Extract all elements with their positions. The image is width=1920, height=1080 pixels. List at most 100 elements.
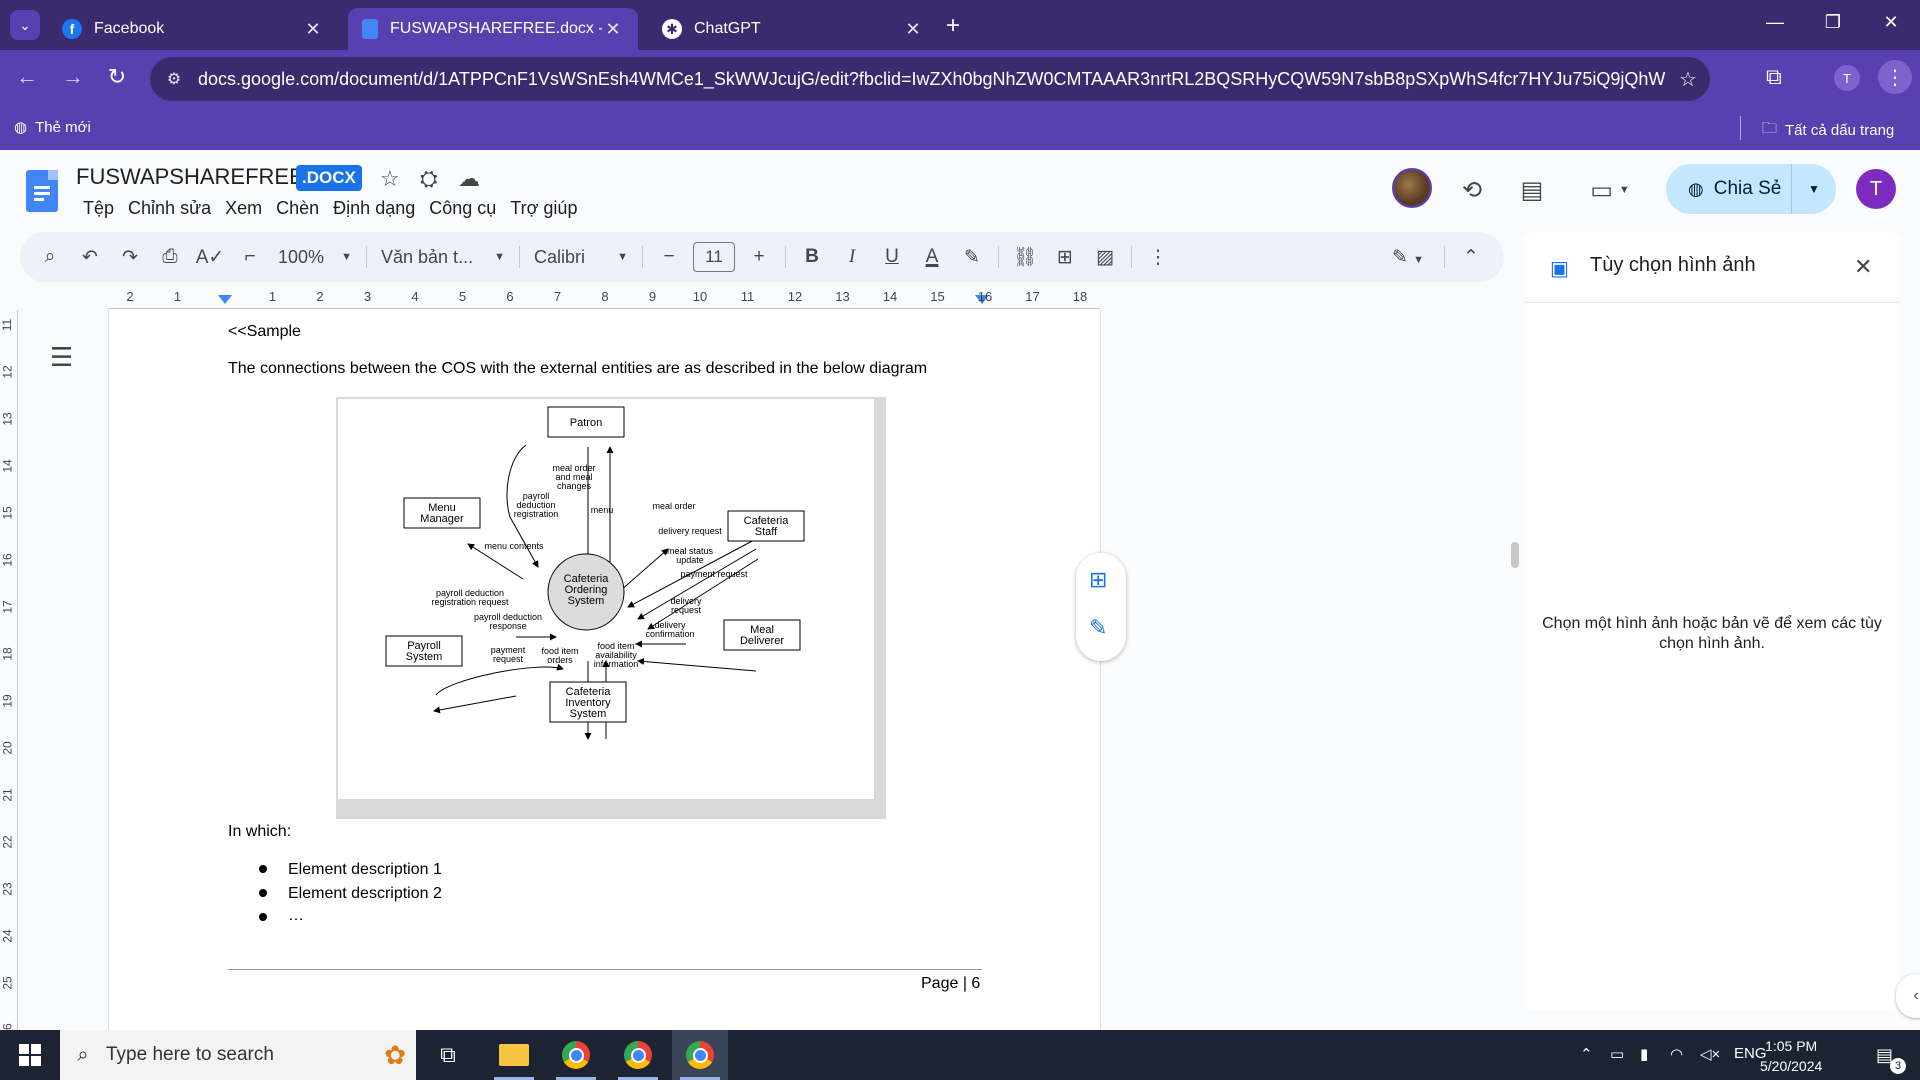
chrome-profile-v-icon[interactable]: [610, 1030, 666, 1080]
close-icon[interactable]: ✕: [1854, 254, 1872, 280]
chrome-icon[interactable]: [548, 1030, 604, 1080]
bookmark-new-tab[interactable]: ◍ Thẻ mới: [14, 118, 91, 137]
cloud-saved-icon[interactable]: ☁: [458, 166, 480, 192]
restore-icon[interactable]: ❐: [1810, 12, 1856, 33]
account-avatar[interactable]: T: [1856, 169, 1896, 209]
address-bar[interactable]: ⚙ docs.google.com/document/d/1ATPPCnF1Vs…: [150, 57, 1710, 101]
start-button[interactable]: [0, 1030, 60, 1080]
bold-icon[interactable]: B: [792, 246, 832, 268]
editing-mode-icon[interactable]: ✎ ▼: [1378, 246, 1438, 269]
menu-tools[interactable]: Công cụ: [422, 196, 503, 221]
wifi-icon[interactable]: ◠: [1670, 1045, 1683, 1063]
increase-font-size-icon[interactable]: +: [739, 246, 779, 268]
menu-format[interactable]: Định dạng: [326, 196, 422, 221]
share-button[interactable]: ◍ Chia Sẻ ▼: [1666, 164, 1836, 214]
text-color-icon[interactable]: A: [912, 246, 952, 268]
window-close-icon[interactable]: ✕: [1868, 12, 1914, 33]
flow-label: information: [594, 659, 639, 669]
insert-link-icon[interactable]: ⛓: [1005, 245, 1045, 269]
italic-icon[interactable]: I: [832, 246, 872, 268]
print-icon[interactable]: ⎙: [150, 246, 190, 268]
star-icon[interactable]: ☆: [380, 166, 400, 192]
tab-search-button[interactable]: ⌄: [10, 10, 40, 40]
menu-view[interactable]: Xem: [218, 196, 269, 221]
collapse-panel-chevron-icon[interactable]: ‹: [1896, 974, 1920, 1018]
menu-file[interactable]: Tệp: [76, 196, 121, 221]
task-view-icon[interactable]: ⧉: [420, 1030, 476, 1080]
menu-help[interactable]: Trợ giúp: [503, 196, 584, 221]
hide-menus-chevron-up-icon[interactable]: ⌃: [1451, 246, 1491, 269]
menu-insert[interactable]: Chèn: [269, 196, 326, 221]
collaborator-avatar[interactable]: [1392, 168, 1432, 208]
font-size-input[interactable]: 11: [693, 242, 735, 272]
meet-camera-icon[interactable]: ▭ ▼: [1580, 170, 1640, 210]
document-outline-icon[interactable]: ☰: [50, 342, 73, 373]
menu-edit[interactable]: Chỉnh sửa: [121, 196, 218, 221]
show-hidden-icons-chevron-icon[interactable]: ⌃: [1580, 1045, 1593, 1063]
site-info-icon[interactable]: ⚙: [150, 69, 198, 89]
suggest-edit-icon[interactable]: ✎: [1089, 615, 1107, 641]
profile-avatar[interactable]: T: [1834, 65, 1860, 91]
forward-arrow-icon[interactable]: →: [58, 64, 88, 90]
flow-label: changes: [557, 481, 592, 491]
redo-icon[interactable]: ↷: [110, 246, 150, 269]
comments-icon[interactable]: ▤: [1512, 170, 1552, 210]
share-dropdown-icon[interactable]: ▼: [1792, 182, 1836, 196]
horizontal-ruler[interactable]: 2 1 1 2 3 4 5 6 7 8 9 10 11 12 13 14 15 16 17 18: [108, 287, 1100, 309]
file-explorer-icon[interactable]: [486, 1030, 542, 1080]
close-icon[interactable]: ✕: [602, 19, 624, 40]
decrease-font-size-icon[interactable]: −: [649, 246, 689, 268]
more-options-icon[interactable]: ⋮: [1138, 246, 1178, 269]
search-menus-icon[interactable]: ⌕: [30, 246, 70, 268]
payroll-system-label: System: [406, 651, 443, 663]
left-indent-marker[interactable]: [218, 295, 232, 304]
volume-muted-icon[interactable]: ◁×: [1700, 1045, 1720, 1063]
font-select[interactable]: Calibri ▼: [526, 247, 636, 268]
add-comment-icon[interactable]: ⊞: [1045, 246, 1085, 269]
google-docs-logo[interactable]: [26, 170, 58, 212]
undo-icon[interactable]: ↶: [70, 246, 110, 269]
taskbar-search[interactable]: ⌕ Type here to search ✿: [60, 1030, 416, 1080]
underline-icon[interactable]: U: [872, 246, 912, 268]
insert-image-icon[interactable]: ▨: [1085, 246, 1125, 269]
new-tab-plus-icon[interactable]: +: [946, 12, 960, 40]
paint-format-icon[interactable]: ⌐: [230, 246, 270, 268]
close-icon[interactable]: ✕: [902, 19, 924, 40]
system-clock[interactable]: 1:05 PM 5/20/2024: [1760, 1036, 1822, 1076]
minimize-icon[interactable]: —: [1752, 12, 1798, 33]
add-comment-icon[interactable]: ⊞: [1089, 567, 1107, 593]
close-icon[interactable]: ✕: [302, 19, 324, 40]
tab-chatgpt[interactable]: ✱ ChatGPT ✕: [648, 8, 938, 50]
ruler-number: 13: [0, 412, 15, 426]
flow-label: meal order: [652, 501, 695, 511]
chrome-profile-t-icon[interactable]: [672, 1030, 728, 1080]
tab-docs[interactable]: FUSWAPSHAREFREE.docx - Goo ✕: [348, 8, 638, 50]
toolbar-divider: [1444, 246, 1445, 268]
version-history-icon[interactable]: ⟲: [1452, 170, 1492, 210]
tab-facebook[interactable]: f Facebook ✕: [48, 8, 338, 50]
document-title[interactable]: FUSWAPSHAREFREE: [76, 164, 304, 190]
zoom-select[interactable]: 100% ▼: [270, 247, 360, 268]
move-to-drive-icon[interactable]: ⛭: [420, 166, 438, 192]
battery-icon[interactable]: ▮: [1640, 1045, 1648, 1063]
bullet-dot: [259, 913, 267, 921]
clock-time: 1:05 PM: [1765, 1038, 1818, 1054]
meal-deliverer-label: Deliverer: [740, 635, 784, 647]
reload-icon[interactable]: ↻: [102, 64, 132, 90]
spellcheck-icon[interactable]: A✓: [190, 246, 230, 269]
bookmark-star-icon[interactable]: ☆: [1666, 67, 1710, 92]
url-text[interactable]: docs.google.com/document/d/1ATPPCnF1VsWS…: [198, 69, 1666, 90]
highlight-icon[interactable]: ✎: [952, 246, 992, 269]
meet-now-icon[interactable]: ▭: [1610, 1045, 1624, 1063]
ruler-number: 11: [0, 318, 15, 332]
paragraph-style-select[interactable]: Văn bản t... ▼: [373, 247, 513, 268]
browser-toolbar: ← → ↻ ⚙ docs.google.com/document/d/1ATPP…: [0, 50, 1920, 108]
ruler-number: 17: [1025, 289, 1040, 304]
all-bookmarks[interactable]: 🗀 Tất cả dấu trang: [1762, 118, 1894, 143]
back-arrow-icon[interactable]: ←: [12, 64, 42, 90]
extensions-icon[interactable]: ⧉: [1766, 64, 1782, 90]
browser-menu-icon[interactable]: ⋮: [1878, 60, 1912, 94]
vertical-ruler: 11121314151617181920212223242526: [0, 310, 18, 1037]
scrollbar-thumb[interactable]: [1511, 542, 1519, 568]
context-diagram-image[interactable]: Patron Menu Manager Cafeteria Staff Payr…: [336, 397, 886, 819]
